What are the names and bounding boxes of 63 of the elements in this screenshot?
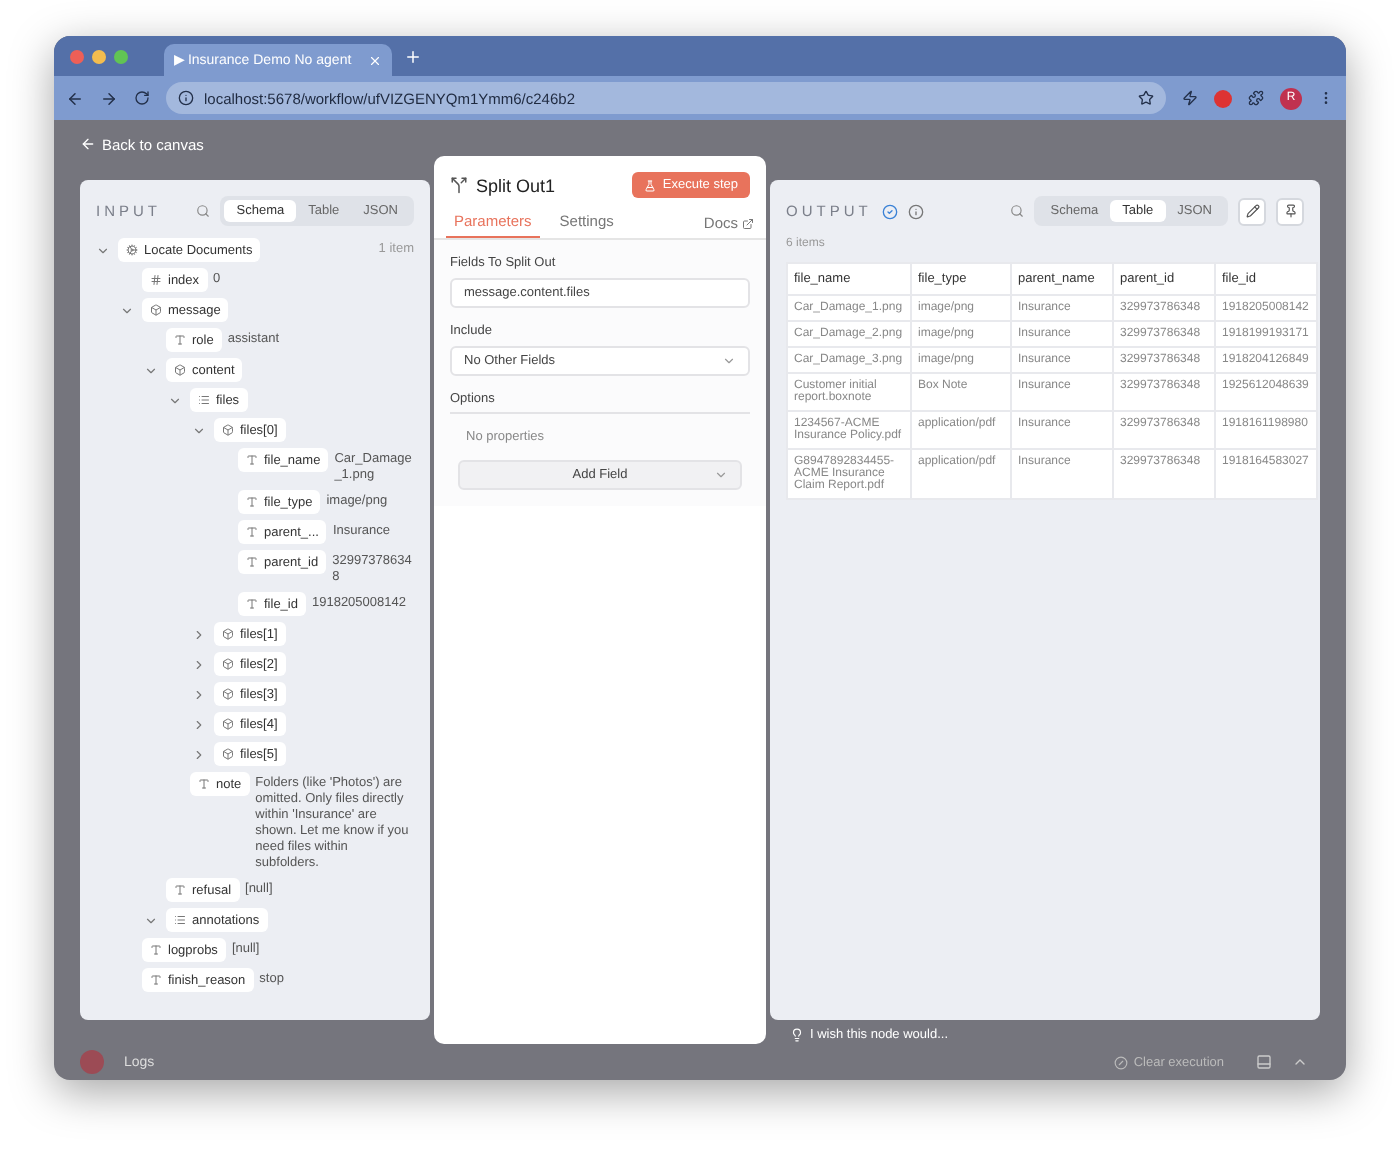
- split-icon: [450, 176, 468, 194]
- chevron-down-icon[interactable]: [144, 363, 158, 377]
- gear-icon: [126, 244, 138, 256]
- cube-icon: [222, 628, 234, 640]
- arrow-left-icon: [80, 136, 96, 152]
- chevron-down-icon[interactable]: [96, 243, 110, 257]
- external-link-icon: [742, 217, 754, 229]
- back-icon[interactable]: [66, 89, 84, 107]
- text-icon: [150, 974, 162, 986]
- pin-icon: [1283, 204, 1297, 218]
- chevron-right-icon[interactable]: [192, 657, 206, 671]
- text-icon: [246, 496, 258, 508]
- reload-icon[interactable]: [134, 90, 150, 106]
- chevron-down-icon[interactable]: [120, 303, 134, 317]
- text-icon: [246, 598, 258, 610]
- cube-icon: [222, 658, 234, 670]
- cube-icon: [222, 424, 234, 436]
- text-icon: [246, 454, 258, 466]
- pin-button[interactable]: [1276, 197, 1304, 225]
- list-icon: [174, 914, 186, 926]
- cube-icon: [174, 364, 186, 376]
- chevron-right-icon[interactable]: [192, 687, 206, 701]
- star-icon[interactable]: [1138, 90, 1154, 106]
- cube-icon: [222, 748, 234, 760]
- flask-icon: [644, 179, 657, 191]
- cube-icon: [150, 304, 162, 316]
- text-icon: [174, 884, 186, 896]
- node-title: Split Out1: [476, 175, 558, 195]
- chevron-down-icon: [722, 354, 736, 368]
- zoom-light[interactable]: [114, 49, 128, 63]
- check-circle-icon: [881, 203, 898, 219]
- text-icon: [174, 334, 186, 346]
- chevron-down-icon[interactable]: [168, 393, 182, 407]
- lightning-icon[interactable]: [1182, 90, 1198, 106]
- chevron-down-icon[interactable]: [192, 423, 206, 437]
- close-icon[interactable]: [368, 53, 382, 67]
- text-icon: [246, 526, 258, 538]
- new-tab-icon[interactable]: [404, 47, 422, 65]
- panel-icon[interactable]: [1256, 1054, 1272, 1070]
- search-icon[interactable]: [1010, 204, 1025, 218]
- info-icon[interactable]: [178, 90, 194, 106]
- chevron-up-icon[interactable]: [1292, 1054, 1308, 1070]
- text-icon: [198, 778, 210, 790]
- text-icon: [246, 556, 258, 568]
- chevron-right-icon[interactable]: [192, 627, 206, 641]
- hash-icon: [150, 274, 162, 286]
- info-icon[interactable]: [907, 203, 924, 219]
- list-icon: [198, 394, 210, 406]
- minimize-light[interactable]: [92, 49, 106, 63]
- puzzle-icon[interactable]: [1248, 90, 1264, 106]
- text-icon: [150, 944, 162, 956]
- chevron-right-icon[interactable]: [192, 717, 206, 731]
- chevron-right-icon[interactable]: [192, 747, 206, 761]
- lightbulb-icon: [790, 1028, 804, 1042]
- chevron-down-icon: [714, 468, 728, 482]
- cube-icon: [222, 718, 234, 730]
- chevron-down-icon[interactable]: [144, 913, 158, 927]
- pencil-icon: [1245, 204, 1259, 218]
- edit-button[interactable]: [1238, 197, 1266, 225]
- search-icon[interactable]: [196, 204, 211, 218]
- circle-slash-icon: [1113, 1055, 1128, 1069]
- forward-icon[interactable]: [100, 89, 118, 107]
- cube-icon: [222, 688, 234, 700]
